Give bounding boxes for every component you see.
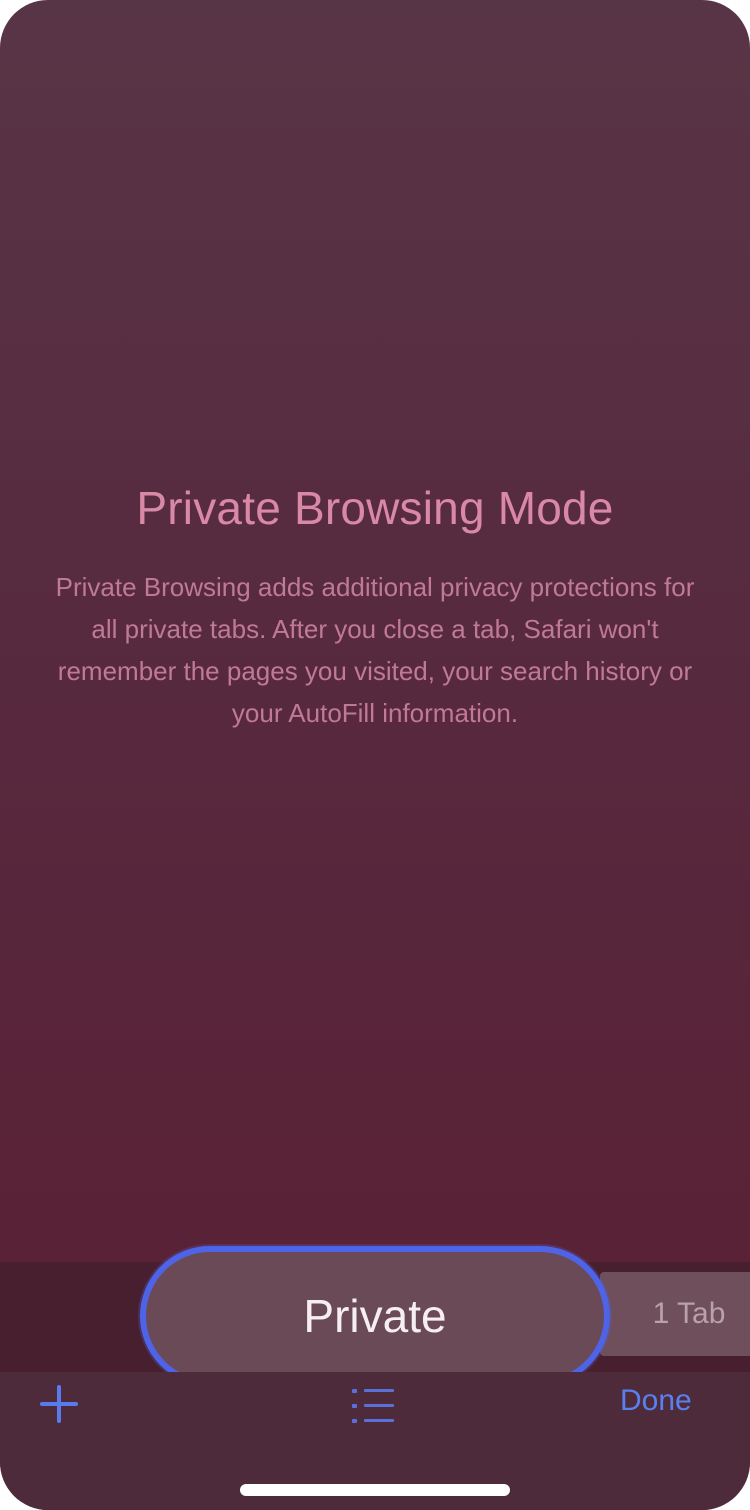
done-button[interactable]: Done: [620, 1384, 730, 1428]
private-browsing-screen: Private Browsing Mode Private Browsing a…: [0, 0, 750, 1510]
tab-count-button[interactable]: 1 Tab: [600, 1272, 750, 1356]
page-title: Private Browsing Mode: [136, 482, 614, 534]
list-bullet: [352, 1419, 357, 1423]
list-line: [364, 1419, 394, 1422]
home-indicator[interactable]: [240, 1484, 510, 1496]
tab-count-label: 1 Tab: [652, 1297, 726, 1330]
private-tab-group-button[interactable]: Private: [140, 1246, 610, 1386]
list-line: [364, 1404, 394, 1407]
list-bullet: [352, 1389, 357, 1393]
private-browsing-description: Private Browsing adds additional privacy…: [55, 572, 695, 728]
private-browsing-info: Private Browsing Mode Private Browsing a…: [0, 480, 750, 734]
list-line: [364, 1389, 394, 1392]
list-bullet: [352, 1404, 357, 1408]
plus-icon[interactable]: [40, 1385, 78, 1423]
list-icon[interactable]: [352, 1389, 396, 1423]
private-tab-group-label: Private: [303, 1290, 447, 1342]
